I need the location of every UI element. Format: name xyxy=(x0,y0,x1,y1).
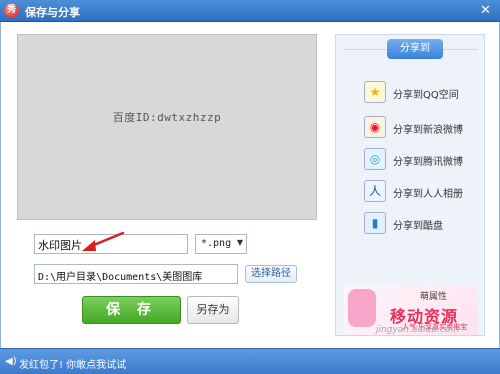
share-item-label: 分享到酷盘 xyxy=(393,221,443,232)
window-title: 保存与分享 xyxy=(25,6,80,19)
share-panel: 分享到 ★ 分享到QQ空间 ◉ 分享到新浪微博 ◎ 分享到腾讯微博 人 分享到人… xyxy=(335,34,485,336)
save-as-button[interactable]: 另存为 xyxy=(187,296,239,324)
format-dropdown[interactable]: *.png ▼ xyxy=(195,234,247,254)
app-logo-icon: 秀 xyxy=(4,3,19,18)
title-bar: 秀 保存与分享 ✕ xyxy=(0,0,500,22)
speaker-icon: ◀) xyxy=(5,356,17,367)
choose-path-button[interactable]: 选择路径 xyxy=(245,265,297,283)
ad-bag-illustration xyxy=(348,289,376,327)
share-item-label: 分享到新浪微博 xyxy=(393,125,463,136)
share-header: 分享到 xyxy=(387,39,443,59)
status-bar: ◀) 发红包了! 你敢点我试试 xyxy=(0,348,500,374)
ad-site-watermark: jingyan.baidu.com xyxy=(376,325,460,335)
annotation-arrow-icon xyxy=(82,231,125,251)
share-item-kupan[interactable]: ▮ 分享到酷盘 xyxy=(364,212,479,234)
share-item-qzone[interactable]: ★ 分享到QQ空间 xyxy=(364,81,479,103)
close-button[interactable]: ✕ xyxy=(477,3,494,18)
dropdown-arrow-icon: ▼ xyxy=(236,238,243,247)
share-item-label: 分享到QQ空间 xyxy=(393,90,459,101)
image-preview: 百度ID:dwtxzhzzp xyxy=(17,34,317,220)
status-link[interactable]: 发红包了! 你敢点我试试 xyxy=(19,356,126,371)
qzone-star-icon: ★ xyxy=(364,81,386,103)
share-item-label: 分享到腾讯微博 xyxy=(393,157,463,168)
dialog-body: 百度ID:dwtxzhzzp 水印图片 *.png ▼ D:\用户目录\Docu… xyxy=(0,22,500,348)
save-path-input[interactable]: D:\用户目录\Documents\美图图库 xyxy=(34,264,238,284)
tencent-weibo-icon: ◎ xyxy=(364,148,386,170)
kupan-icon: ▮ xyxy=(364,212,386,234)
share-item-label: 分享到人人相册 xyxy=(393,189,463,200)
ad-small-text: 萌属性 xyxy=(420,292,448,302)
save-button[interactable]: 保 存 xyxy=(82,296,181,324)
share-item-sina-weibo[interactable]: ◉ 分享到新浪微博 xyxy=(364,116,479,138)
share-item-tencent-weibo[interactable]: ◎ 分享到腾讯微博 xyxy=(364,148,479,170)
watermark-text: 百度ID:dwtxzhzzp xyxy=(112,111,222,124)
share-item-renren[interactable]: 人 分享到人人相册 xyxy=(364,180,479,202)
sina-weibo-icon: ◉ xyxy=(364,116,386,138)
ad-banner[interactable]: 萌属性 移动资源 人气·乐享真实卖电宝 jingyan.baidu.com xyxy=(344,285,478,335)
format-value: *.png xyxy=(201,238,232,249)
renren-icon: 人 xyxy=(364,180,386,202)
